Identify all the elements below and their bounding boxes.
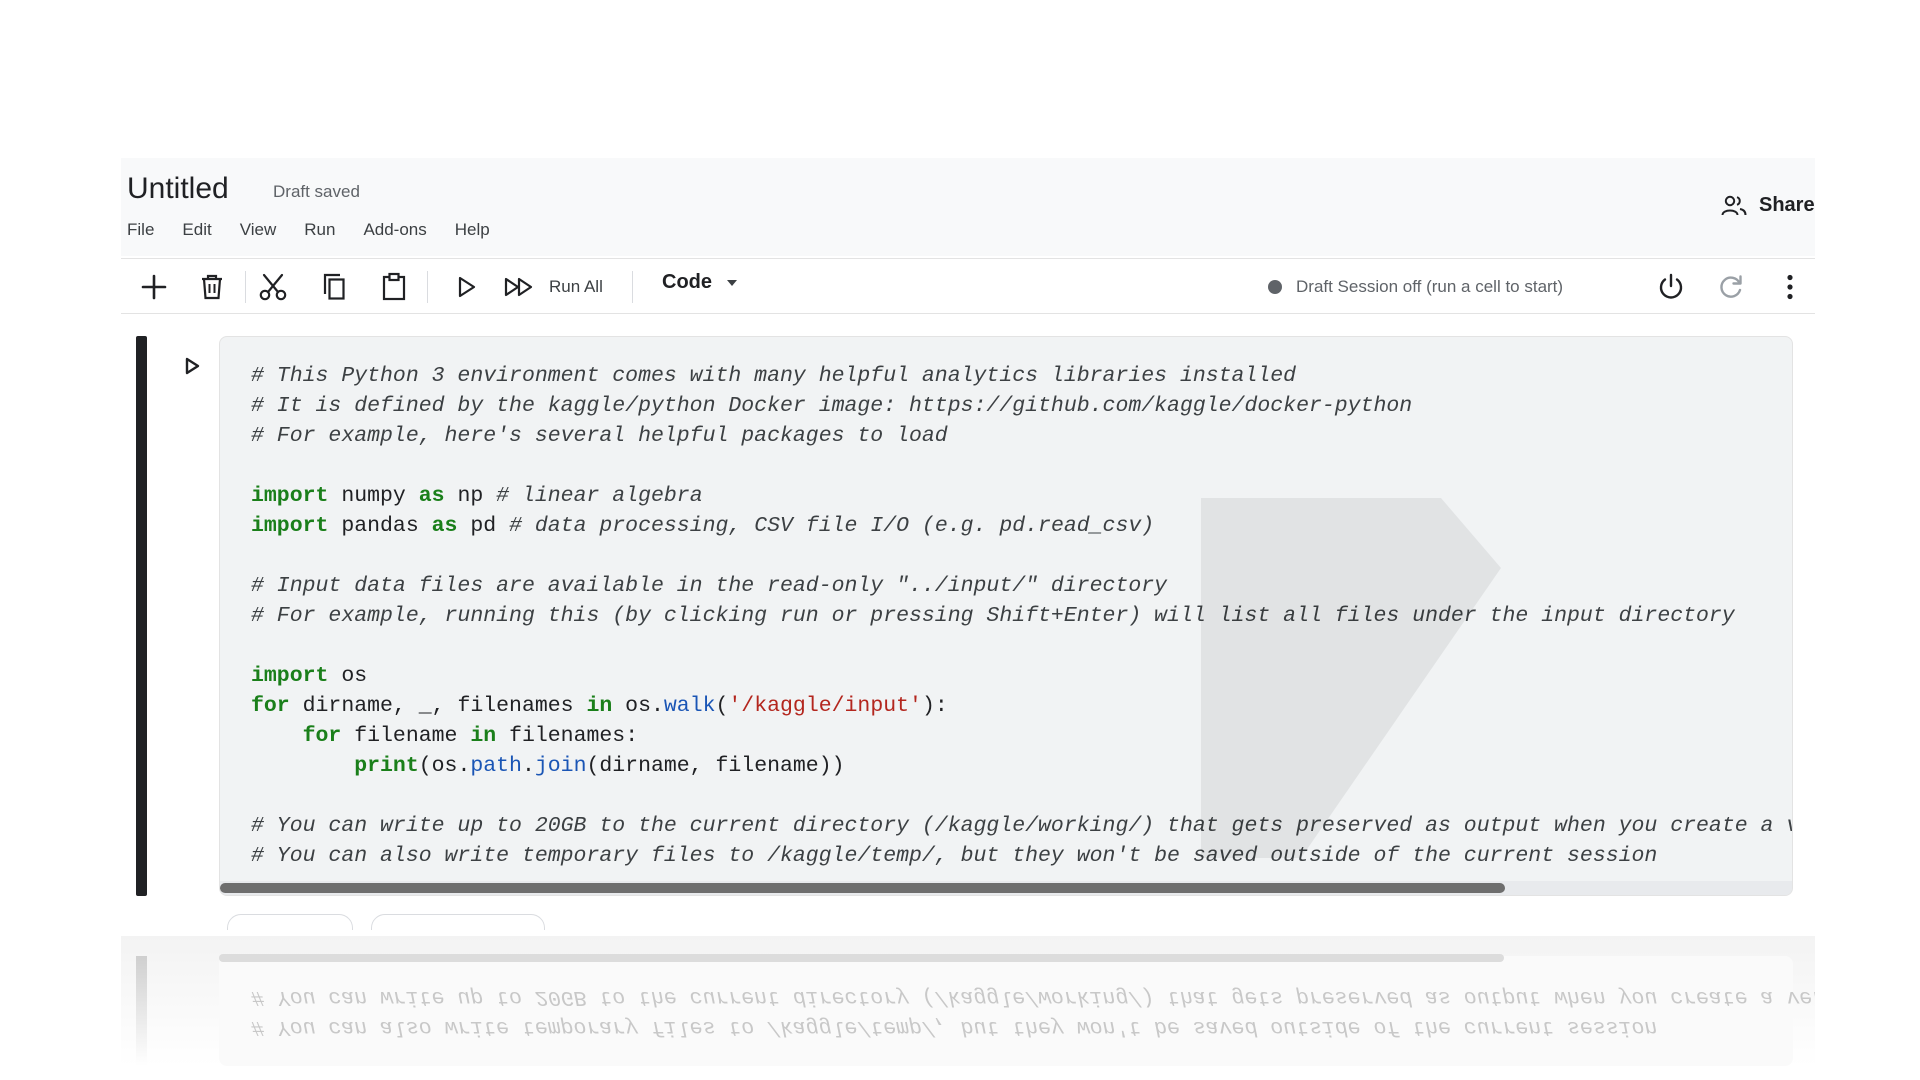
code-comment: # data processing, CSV file I/O (e.g. pd… [509,514,1155,538]
code-keyword: import [251,664,329,688]
code-keyword: import [251,484,329,508]
session-status: Draft Session off (run a cell to start) [1268,277,1563,297]
code-keyword: in [470,724,497,748]
menu-view[interactable]: View [240,220,277,240]
menu-edit[interactable]: Edit [182,220,211,240]
power-session-button[interactable] [1651,267,1691,307]
share-label: Share [1759,194,1815,216]
code-editor[interactable]: # This Python 3 environment comes with m… [219,336,1793,896]
menu-bar: File Edit View Run Add-ons Help [127,220,490,240]
code-text-segment: filenames: [496,724,639,748]
horizontal-scrollbar[interactable] [220,881,1792,895]
window-reflection: # You can also write temporary files to … [121,936,1815,1066]
cut-cell-button[interactable] [253,267,293,307]
notebook-header: Untitled Draft saved Share File Edit Vie… [121,158,1815,256]
paste-icon [382,272,406,301]
session-status-dot [1268,280,1282,294]
code-comment: # It is defined by the kaggle/python Doc… [251,394,1413,418]
share-button[interactable]: Share [1721,194,1815,217]
cell-type-label: Code [662,271,712,293]
more-options-button[interactable] [1770,267,1810,307]
draft-status: Draft saved [273,182,360,201]
trash-icon [202,274,222,300]
code-comment: # This Python 3 environment comes with m… [251,364,1297,388]
paste-cell-button[interactable] [374,267,414,307]
code-text-segment: os. [612,694,664,718]
reflection-cell-bar [136,956,147,1066]
run-all-icon-button[interactable] [499,267,539,307]
reflection-scrollbar [219,954,1504,962]
code-text-segment: (dirname, filename)) [586,754,845,778]
reflection-text: # You can also write temporary files to … [251,982,1815,1042]
refresh-icon [1720,275,1742,298]
code-keyword: import [251,514,329,538]
code-text[interactable]: # This Python 3 environment comes with m… [251,361,1793,871]
code-text-segment: ( [715,694,729,718]
run-all-button[interactable]: Run All [549,277,603,297]
code-comment: # You can also write temporary files to … [251,844,1658,868]
session-status-text: Draft Session off (run a cell to start) [1296,277,1564,296]
code-text-segment: ): [921,694,948,718]
code-text-segment: . [521,754,535,778]
cell-active-indicator [136,336,147,896]
code-comment: # Input data files are available in the … [251,574,1168,598]
code-cell[interactable]: # This Python 3 environment comes with m… [136,336,1801,896]
reflection-line: # You can write up to 20GB to the curren… [251,985,1815,1009]
code-keyword: as [431,514,458,538]
code-keyword: as [418,484,445,508]
fast-forward-icon [504,277,533,297]
code-text-segment: dirname, _, filenames [289,694,587,718]
power-icon [1659,273,1683,299]
code-text-segment: np [444,484,497,508]
add-cell-button[interactable] [134,267,174,307]
menu-run[interactable]: Run [304,220,335,240]
code-function: path [470,754,522,778]
code-keyword: print [354,754,419,778]
play-icon [185,357,200,375]
delete-cell-button[interactable] [192,267,232,307]
menu-add-ons[interactable]: Add-ons [363,220,426,240]
code-function: join [534,754,587,778]
add-code-cell-button[interactable] [227,914,353,930]
horizontal-scrollbar-thumb[interactable] [220,883,1505,893]
people-icon [1721,195,1747,215]
notebook-title[interactable]: Untitled [127,172,229,206]
code-text-segment: pandas [328,514,432,538]
copy-cell-button[interactable] [314,267,354,307]
code-comment: # For example, here's several helpful pa… [251,424,948,448]
run-cell-button[interactable] [446,267,486,307]
code-text-segment: os [328,664,368,688]
notebook-toolbar: Run All Code Draft Session off (run a ce… [121,258,1815,314]
scissors-icon [259,273,287,301]
cell-type-dropdown[interactable]: Code [662,271,738,294]
code-comment: # You can write up to 20GB to the curren… [251,814,1793,838]
code-text-segment: numpy [328,484,419,508]
play-icon [458,276,476,298]
code-string: '/kaggle/input' [728,694,922,718]
notebook-window: Untitled Draft saved Share File Edit Vie… [121,158,1815,930]
plus-icon [141,274,167,300]
code-keyword: for [251,694,290,718]
cell-run-button[interactable] [172,346,212,386]
code-text-segment: filename [341,724,471,748]
caret-down-icon [727,279,737,286]
copy-icon [323,273,345,300]
restart-session-button[interactable] [1711,267,1751,307]
code-comment: # linear algebra [496,484,703,508]
code-function: walk [663,694,716,718]
code-keyword: for [302,724,342,748]
more-vertical-icon [1787,274,1793,300]
code-text-segment: pd [457,514,510,538]
menu-help[interactable]: Help [455,220,490,240]
reflection-line: # You can also write temporary files to … [251,1015,1658,1039]
add-markdown-cell-button[interactable] [371,914,545,930]
menu-file[interactable]: File [127,220,154,240]
code-keyword: in [586,694,613,718]
code-comment: # For example, running this (by clicking… [251,604,1735,628]
code-text-segment: (os. [418,754,471,778]
